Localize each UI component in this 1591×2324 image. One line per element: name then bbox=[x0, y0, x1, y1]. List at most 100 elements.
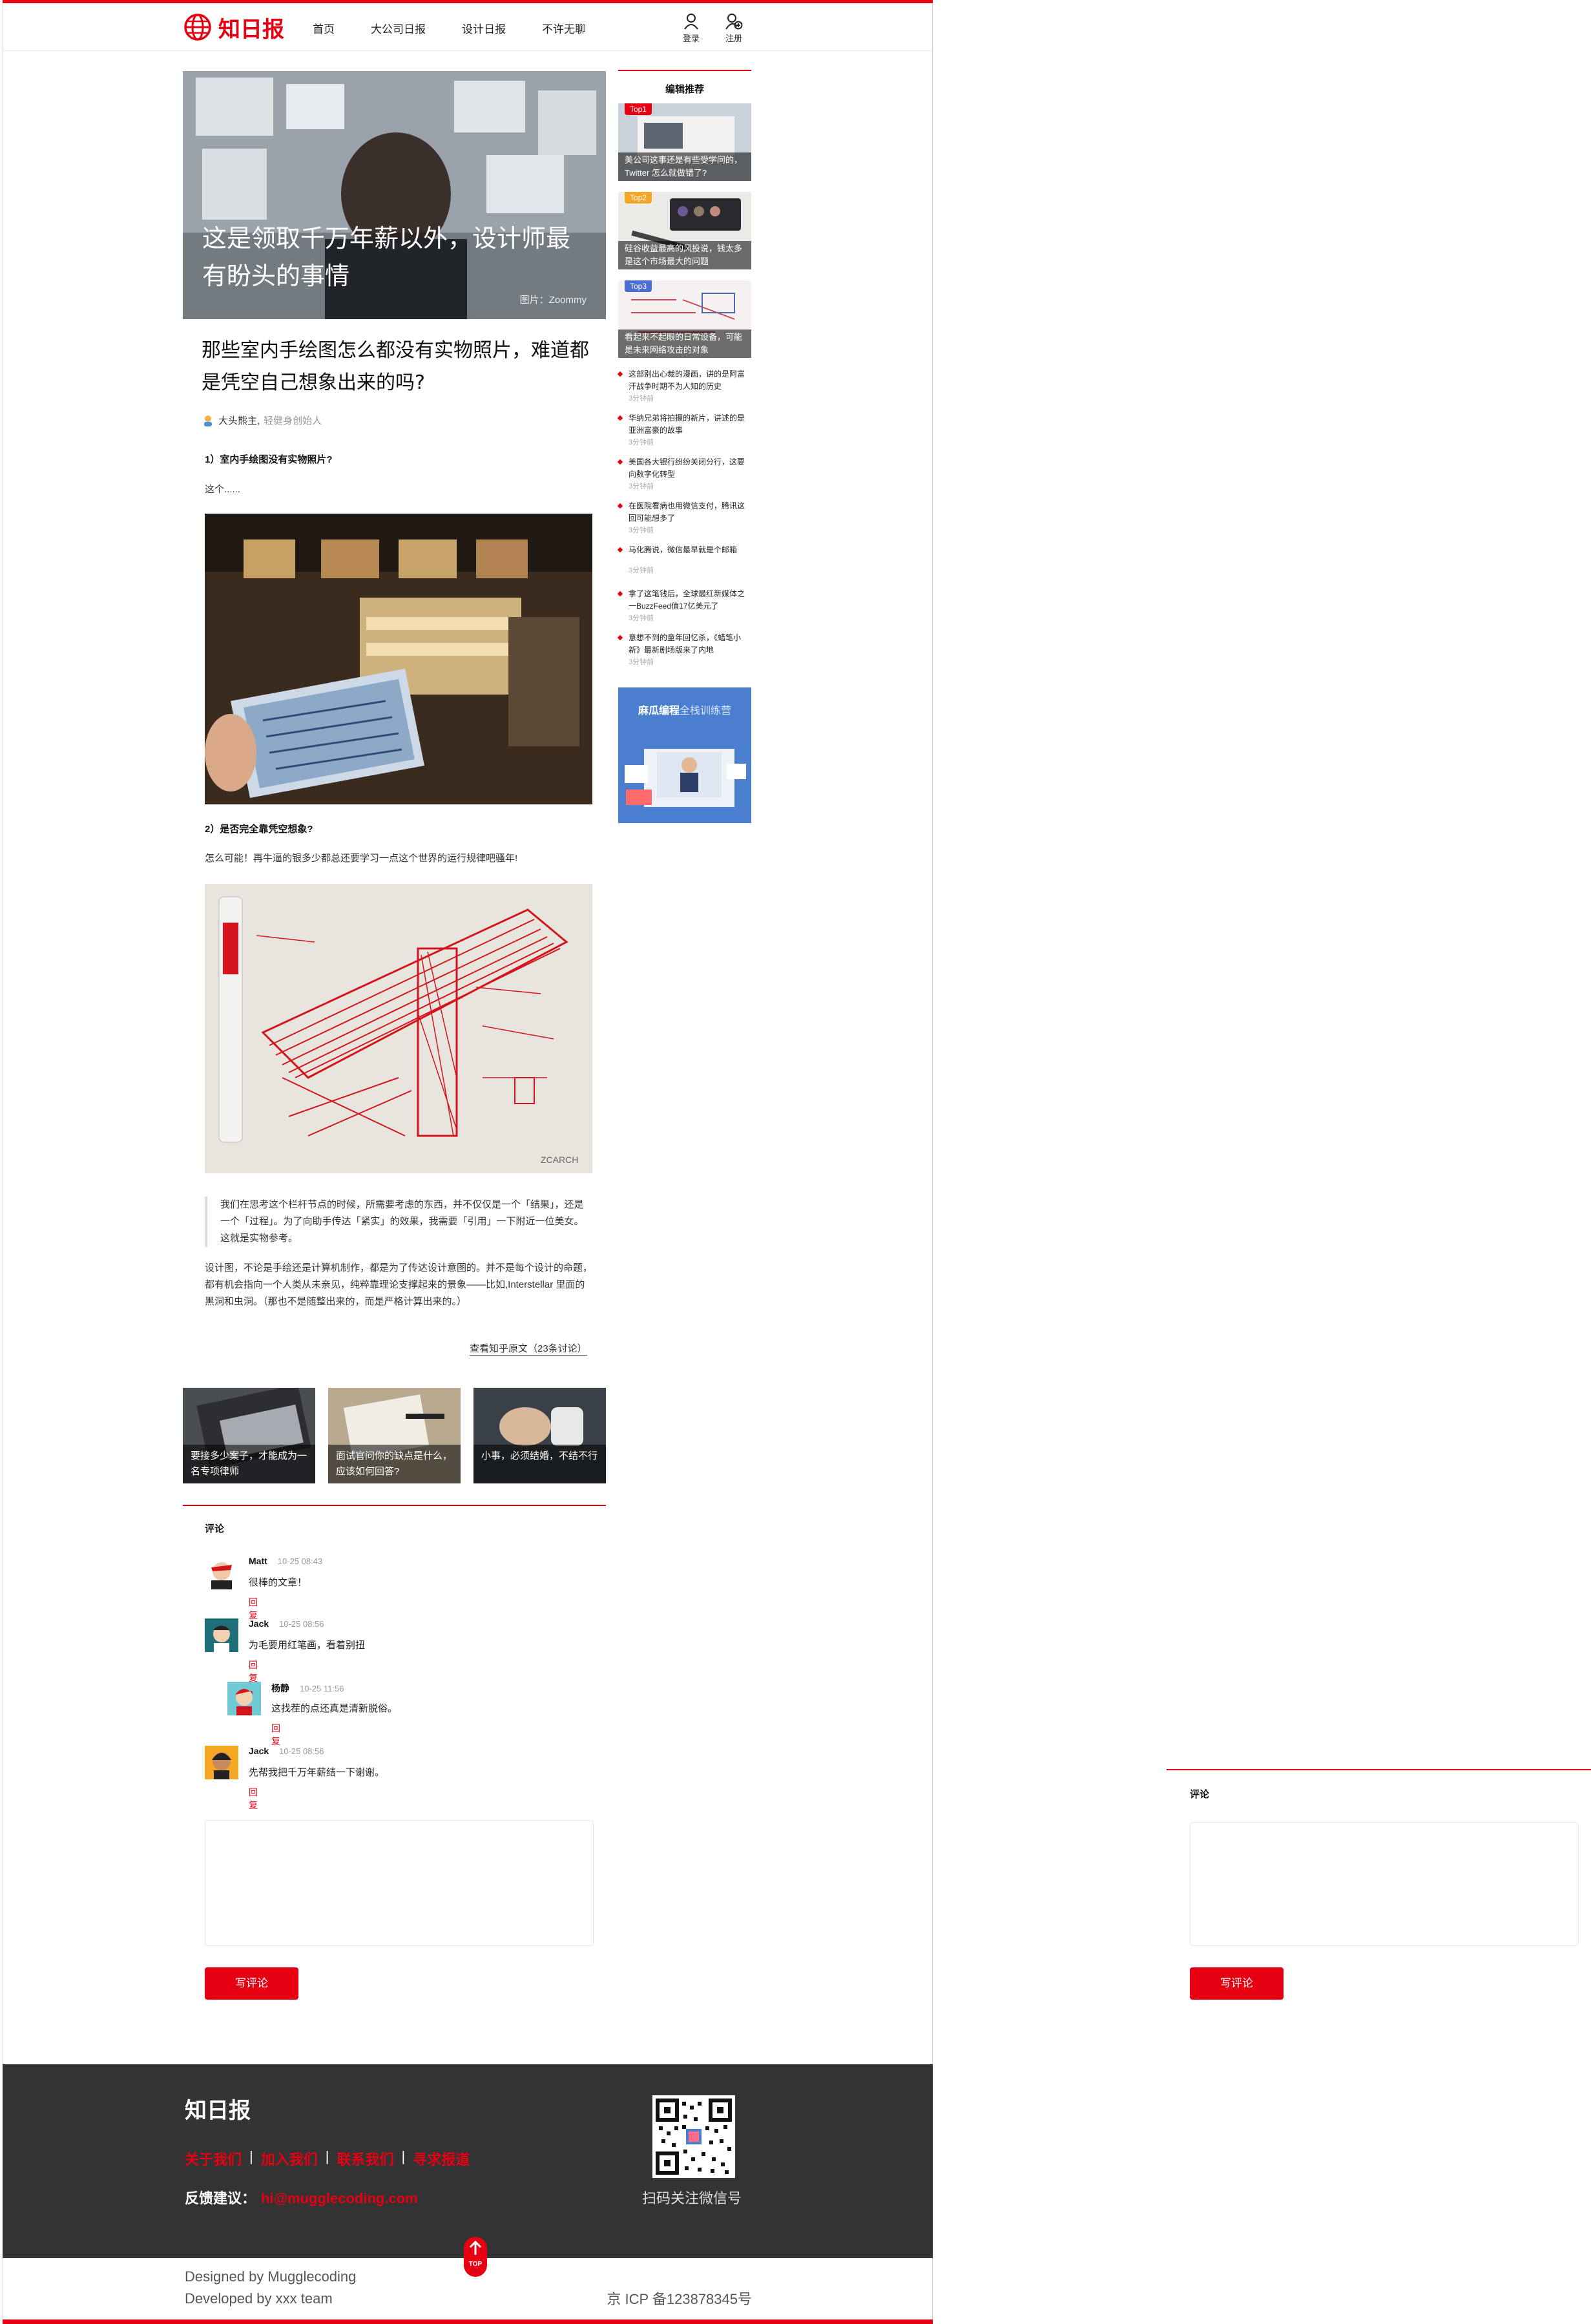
comment-time: 10-25 08:43 bbox=[277, 1556, 323, 1566]
feedback-email-link[interactable]: hi@mugglecoding.com bbox=[261, 2190, 418, 2206]
avatar bbox=[205, 1556, 238, 1589]
news-time: 3分钟前 bbox=[629, 527, 654, 534]
login-button[interactable]: 登录 bbox=[678, 12, 704, 44]
related-card-2[interactable]: 面试官问你的缺点是什么，应该如何回答? bbox=[328, 1388, 461, 1483]
author-name[interactable]: 大头熊主, bbox=[218, 414, 260, 427]
footer-logo: 知日报 bbox=[185, 2098, 251, 2124]
bullet-icon bbox=[617, 591, 623, 597]
news-title: 马化腾说，微信最早就是个邮箱 bbox=[629, 545, 738, 554]
editor-pick-2[interactable]: Top2 硅谷收益最高的风投说，钱太多是这个市场最大的问题 bbox=[618, 192, 751, 269]
editor-pick-caption: 看起来不起眼的日常设备，可能是未来网络攻击的对象 bbox=[618, 330, 751, 358]
comments-divider bbox=[183, 1505, 606, 1506]
nav-no-boring[interactable]: 不许无聊 bbox=[542, 20, 586, 36]
footer-link-join[interactable]: 加入我们 bbox=[261, 2148, 318, 2169]
news-title: 华纳兄弟将拍摄的新片，讲述的是亚洲富豪的故事 bbox=[629, 414, 745, 435]
related-card-3[interactable]: 小事，必须结婚，不结不行 bbox=[473, 1388, 606, 1483]
write-comment-button[interactable]: 写评论 bbox=[205, 1967, 298, 2000]
comment-author[interactable]: Matt bbox=[249, 1556, 267, 1566]
related-card-1[interactable]: 要接多少案子，才能成为一名专项律师 bbox=[183, 1388, 315, 1483]
hero-banner[interactable]: 这是领取千万年薪以外，设计师最有盼头的事情 图片：Zoommy bbox=[183, 71, 606, 319]
answer-1: 这个...... bbox=[205, 484, 241, 495]
globe-icon bbox=[184, 14, 211, 41]
article-quote: 我们在思考这个栏杆节点的时候，所需要考虑的东西，并不仅仅是一个「结果」，还是一个… bbox=[205, 1197, 592, 1247]
comment-textarea[interactable] bbox=[205, 1820, 594, 1946]
news-time: 3分钟前 bbox=[629, 658, 654, 666]
footer-links: 关于我们 | 加入我们 | 联系我们 | 寻求报道 bbox=[185, 2148, 470, 2169]
rank-badge: Top3 bbox=[625, 280, 652, 292]
site-footer: 知日报 关于我们 | 加入我们 | 联系我们 | 寻求报道 反馈建议： hi@mu… bbox=[3, 2064, 933, 2258]
register-label: 注册 bbox=[725, 34, 742, 43]
question-1: 1）室内手绘图没有实物照片? bbox=[205, 454, 333, 465]
avatar bbox=[205, 1746, 238, 1779]
reply-link[interactable]: 回复 bbox=[249, 1786, 258, 1812]
related-caption-2: 面试官问你的缺点是什么，应该如何回答? bbox=[328, 1445, 461, 1483]
news-item[interactable]: 马化腾说，微信最早就是个邮箱 3分钟前 bbox=[617, 544, 751, 577]
cafe-sketch-photo bbox=[205, 514, 592, 804]
sidebar-divider bbox=[618, 70, 751, 71]
comment-author[interactable]: Jack bbox=[249, 1746, 269, 1756]
news-item[interactable]: 华纳兄弟将拍摄的新片，讲述的是亚洲富豪的故事 3分钟前 bbox=[617, 412, 751, 449]
comment-text: 先帮我把千万年薪结一下谢谢。 bbox=[249, 1767, 385, 1778]
bullet-icon bbox=[617, 634, 623, 641]
author-avatar-icon bbox=[204, 415, 212, 426]
right-panel-textarea[interactable] bbox=[1190, 1822, 1579, 1946]
comment-time: 10-25 08:56 bbox=[279, 1746, 324, 1756]
news-time: 3分钟前 bbox=[629, 395, 654, 403]
separator: | bbox=[325, 2148, 329, 2164]
sidebar-ad-banner[interactable]: 麻瓜编程全栈训练营 bbox=[618, 687, 751, 823]
footer-link-press[interactable]: 寻求报道 bbox=[413, 2148, 470, 2169]
article-title: 那些室内手绘图怎么都没有实物照片，难道都是凭空自己想象出来的吗? bbox=[202, 339, 589, 394]
reply-link[interactable]: 回复 bbox=[249, 1596, 258, 1622]
comments-title: 评论 bbox=[205, 1523, 225, 1534]
footer-link-about[interactable]: 关于我们 bbox=[185, 2148, 242, 2169]
news-time: 3分钟前 bbox=[629, 483, 654, 490]
designed-by: Designed by Mugglecoding bbox=[185, 2268, 357, 2285]
svg-text:ZCARCH: ZCARCH bbox=[541, 1155, 578, 1165]
footer-link-contact[interactable]: 联系我们 bbox=[337, 2148, 393, 2169]
login-label: 登录 bbox=[682, 34, 700, 43]
news-title: 美国各大银行纷纷关闭分行，这要向数字化转型 bbox=[629, 457, 745, 479]
nav-home[interactable]: 首页 bbox=[313, 20, 335, 36]
news-item[interactable]: 意想不到的童年回忆杀，《蜡笔小新》最新剧场版来了内地 3分钟前 bbox=[617, 632, 751, 669]
news-item[interactable]: 这部别出心裁的漫画，讲的是阿富汗战争时期不为人知的历史 3分钟前 bbox=[617, 368, 751, 405]
comment-author[interactable]: 杨静 bbox=[271, 1683, 289, 1693]
arrow-up-icon bbox=[469, 2240, 482, 2255]
news-time: 3分钟前 bbox=[629, 567, 654, 574]
credits: Designed by Mugglecoding Developed by xx… bbox=[185, 2266, 356, 2310]
reply-link[interactable]: 回复 bbox=[249, 1659, 258, 1684]
ad-illustration bbox=[625, 749, 746, 807]
news-title: 在医院看病也用微信支付，腾讯这回可能想多了 bbox=[629, 501, 745, 523]
news-item[interactable]: 美国各大银行纷纷关闭分行，这要向数字化转型 3分钟前 bbox=[617, 456, 751, 493]
right-panel-write-comment-button[interactable]: 写评论 bbox=[1190, 1967, 1284, 2000]
nav-company-daily[interactable]: 大公司日报 bbox=[371, 20, 426, 36]
sidebar-title: 编辑推荐 bbox=[665, 84, 704, 95]
reply-link[interactable]: 回复 bbox=[271, 1722, 280, 1748]
wechat-qr-code bbox=[652, 2095, 735, 2178]
logo-text: 知日报 bbox=[218, 16, 284, 43]
back-to-top-button[interactable]: TOP bbox=[464, 2237, 487, 2277]
red-pen-sketch: ZCARCH bbox=[205, 884, 592, 1173]
news-title: 这部别出心裁的漫画，讲的是阿富汗战争时期不为人知的历史 bbox=[629, 370, 745, 391]
comment-author[interactable]: Jack bbox=[249, 1618, 269, 1629]
main-nav: 首页 大公司日报 设计日报 不许无聊 bbox=[313, 20, 586, 36]
right-panel-title: 评论 bbox=[1190, 1789, 1210, 1800]
register-button[interactable]: 注册 bbox=[721, 12, 747, 44]
news-time: 3分钟前 bbox=[629, 614, 654, 622]
editor-pick-3[interactable]: Top3 看起来不起眼的日常设备，可能是未来网络攻击的对象 bbox=[618, 280, 751, 358]
zhihu-source-link[interactable]: 查看知乎原文（23条讨论） bbox=[470, 1341, 587, 1356]
site-logo[interactable]: 知日报 bbox=[183, 12, 284, 43]
comment-time: 10-25 11:56 bbox=[300, 1684, 344, 1693]
question-2: 2）是否完全靠凭空想象? bbox=[205, 824, 313, 835]
hero-credit: 图片：Zoommy bbox=[519, 295, 587, 306]
news-title: 意想不到的童年回忆杀，《蜡笔小新》最新剧场版来了内地 bbox=[629, 633, 742, 654]
editor-pick-1[interactable]: Top1 美公司这事还是有些受学问的，Twitter 怎么就做错了? bbox=[618, 103, 751, 181]
comment-text: 很棒的文章！ bbox=[249, 1577, 307, 1588]
nav-design-daily[interactable]: 设计日报 bbox=[462, 20, 506, 36]
bullet-icon bbox=[617, 503, 623, 509]
news-item[interactable]: 在医院看病也用微信支付，腾讯这回可能想多了 3分钟前 bbox=[617, 500, 751, 537]
bullet-icon bbox=[617, 547, 623, 553]
feedback-line: 反馈建议： hi@mugglecoding.com bbox=[185, 2187, 418, 2208]
news-item[interactable]: 拿了这笔钱后，全球最红新媒体之一BuzzFeed值17亿美元了 3分钟前 bbox=[617, 588, 751, 625]
rank-badge: Top2 bbox=[625, 192, 652, 204]
comment-text: 为毛要用红笔画，看着别扭 bbox=[249, 1640, 366, 1651]
